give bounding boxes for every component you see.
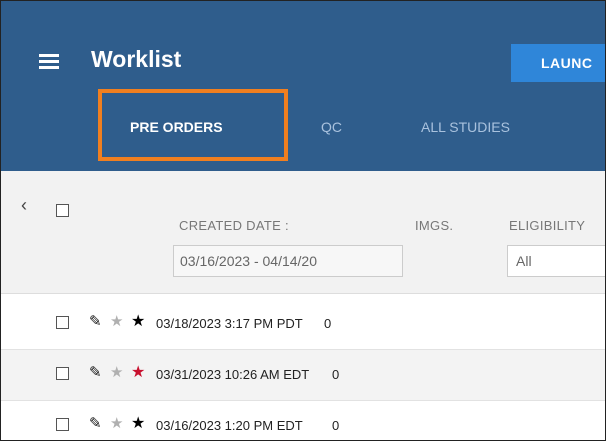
star-icon[interactable]: ★	[131, 413, 145, 433]
hamburger-menu-icon[interactable]	[39, 54, 59, 70]
star-outline-icon[interactable]: ★	[110, 363, 123, 381]
chevron-left-icon[interactable]: ‹	[21, 195, 27, 216]
table-row[interactable]: ✎ ★ ★ 03/18/2023 3:17 PM PDT 0	[1, 299, 605, 350]
table-row[interactable]: ✎ ★ ★ 03/16/2023 1:20 PM EDT 0	[1, 401, 605, 440]
row-imgs: 0	[324, 316, 332, 331]
row-checkbox[interactable]	[56, 418, 69, 431]
row-created-date: 03/18/2023 3:17 PM PDT	[156, 316, 303, 331]
created-date-range-input[interactable]: 03/16/2023 - 04/14/20	[173, 245, 403, 277]
pencil-icon[interactable]: ✎	[89, 414, 102, 432]
tab-all-studies[interactable]: ALL STUDIES	[421, 119, 510, 135]
page-title: Worklist	[91, 46, 182, 72]
filter-bar: ‹ CREATED DATE : IMGS. ELIGIBILITY 03/16…	[1, 171, 605, 294]
table-row[interactable]: ✎ ★ ★ 03/31/2023 10:26 AM EDT 0	[1, 350, 605, 401]
pencil-icon[interactable]: ✎	[89, 363, 102, 381]
star-icon[interactable]: ★	[131, 362, 145, 382]
worklist-header: Worklist LAUNC PRE ORDERS QC ALL STUDIES	[1, 1, 605, 171]
eligibility-select[interactable]: All	[507, 245, 605, 277]
row-checkbox[interactable]	[56, 367, 69, 380]
tab-qc[interactable]: QC	[321, 119, 342, 135]
star-icon[interactable]: ★	[131, 311, 145, 331]
row-imgs: 0	[332, 367, 340, 382]
star-outline-icon[interactable]: ★	[110, 312, 123, 330]
row-imgs: 0	[332, 418, 340, 433]
column-header-imgs[interactable]: IMGS.	[415, 218, 453, 233]
column-header-eligibility[interactable]: ELIGIBILITY	[509, 218, 585, 233]
pencil-icon[interactable]: ✎	[89, 312, 102, 330]
pre-orders-highlight-box	[98, 89, 288, 161]
worklist-window: Worklist LAUNC PRE ORDERS QC ALL STUDIES…	[0, 0, 606, 441]
row-created-date: 03/16/2023 1:20 PM EDT	[156, 418, 303, 433]
row-checkbox[interactable]	[56, 316, 69, 329]
select-all-checkbox[interactable]	[56, 204, 69, 217]
launch-button[interactable]: LAUNC	[511, 44, 605, 82]
row-created-date: 03/31/2023 10:26 AM EDT	[156, 367, 310, 382]
column-header-created-date[interactable]: CREATED DATE :	[179, 218, 289, 233]
star-outline-icon[interactable]: ★	[110, 414, 123, 432]
